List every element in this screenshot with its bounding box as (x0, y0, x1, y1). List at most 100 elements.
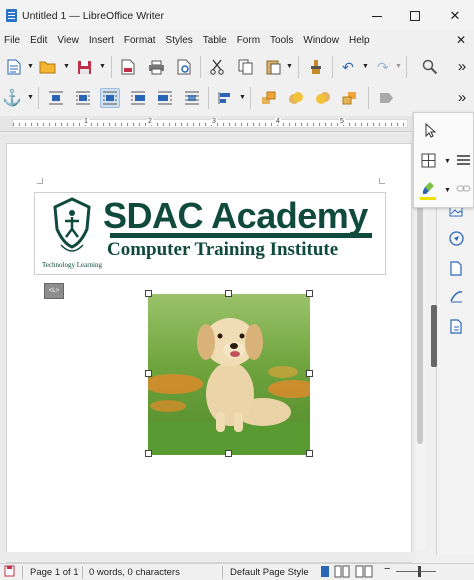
undo-dropdown-icon[interactable]: ▼ (362, 63, 369, 70)
page-count[interactable]: Page 1 of 1 (30, 567, 79, 578)
manage-changes-icon[interactable] (447, 317, 465, 335)
sidebar-collapse-handle[interactable] (431, 305, 437, 367)
cut-icon[interactable] (207, 57, 227, 77)
open-dropdown-icon[interactable]: ▼ (63, 63, 70, 70)
toolbar-overflow-icon[interactable]: » (452, 56, 472, 76)
single-page-view-icon[interactable] (320, 565, 330, 580)
new-dropdown-icon[interactable]: ▼ (27, 63, 34, 70)
insert-table-icon[interactable] (417, 149, 439, 171)
wrap-through-icon[interactable] (182, 88, 202, 108)
resize-handle-bottom[interactable] (225, 450, 232, 457)
print-preview-icon[interactable] (174, 57, 194, 77)
open-folder-icon[interactable] (38, 57, 58, 77)
menu-file[interactable]: File (4, 35, 20, 46)
toolbar-separator (332, 56, 333, 78)
page-wrap-icon[interactable] (73, 88, 93, 108)
word-count[interactable]: 0 words, 0 characters (89, 567, 180, 578)
toolbar-separator (368, 87, 369, 109)
menu-view[interactable]: View (57, 35, 79, 46)
close-window-button[interactable]: ✕ (440, 5, 470, 27)
menu-styles[interactable]: Styles (166, 35, 193, 46)
redo-dropdown-icon[interactable]: ▼ (395, 63, 402, 70)
page-style[interactable]: Default Page Style (230, 567, 309, 578)
anchor-icon[interactable]: ⚓ (2, 88, 22, 108)
menu-insert[interactable]: Insert (89, 35, 114, 46)
logo-image[interactable]: Technology Learning SDAC Academy Compute… (34, 192, 386, 275)
resize-handle-top-left[interactable] (145, 290, 152, 297)
undo-icon[interactable]: ↶ (338, 57, 358, 77)
clone-formatting-icon[interactable] (306, 57, 326, 77)
table-dropdown-icon[interactable]: ▼ (444, 158, 451, 165)
paintbrush-dropdown-icon[interactable]: ▼ (444, 187, 451, 194)
multi-page-view-icon[interactable] (334, 565, 350, 580)
paragraph-lines-icon[interactable] (452, 149, 474, 171)
book-view-icon[interactable] (355, 565, 373, 580)
title-bar: Untitled 1 — LibreOffice Writer ✕ (0, 0, 474, 30)
menu-table[interactable]: Table (203, 35, 227, 46)
menu-form[interactable]: Form (237, 35, 260, 46)
anchor-dropdown-icon[interactable]: ▼ (27, 94, 34, 101)
toolbar-separator (208, 87, 209, 109)
align-objects-icon[interactable] (215, 88, 235, 108)
horizontal-ruler[interactable]: 1 2 3 4 5 (0, 116, 412, 132)
copy-icon[interactable] (235, 57, 255, 77)
close-document-icon[interactable]: ✕ (456, 33, 466, 47)
status-separator (82, 566, 83, 579)
toolbar-overflow-icon[interactable]: » (452, 87, 472, 107)
bring-to-front-icon[interactable] (259, 88, 279, 108)
save-dropdown-icon[interactable]: ▼ (99, 63, 106, 70)
to-background-icon[interactable] (376, 88, 396, 108)
wrap-off-icon[interactable] (46, 88, 66, 108)
save-icon[interactable] (74, 57, 94, 77)
window-title: Untitled 1 — LibreOffice Writer (22, 10, 164, 22)
zoom-slider-track[interactable] (396, 571, 436, 572)
toolbar-separator (38, 87, 39, 109)
select-pointer-icon[interactable] (419, 119, 441, 141)
document-page[interactable]: Technology Learning SDAC Academy Compute… (6, 143, 412, 563)
document-modified-icon[interactable] (4, 565, 15, 580)
zoom-slider-thumb[interactable] (418, 566, 421, 577)
zoom-out-icon[interactable]: − (384, 563, 390, 575)
wrap-left-icon[interactable] (128, 88, 148, 108)
menu-window[interactable]: Window (303, 35, 339, 46)
print-icon[interactable] (146, 57, 166, 77)
resize-handle-top-right[interactable] (306, 290, 313, 297)
menu-help[interactable]: Help (349, 35, 370, 46)
menu-format[interactable]: Format (124, 35, 156, 46)
horizontal-scrollbar[interactable] (0, 552, 415, 562)
menu-edit[interactable]: Edit (30, 35, 47, 46)
paintbrush-icon[interactable] (417, 177, 439, 199)
ruler-number: 2 (147, 118, 153, 125)
align-dropdown-icon[interactable]: ▼ (239, 94, 246, 101)
paste-dropdown-icon[interactable]: ▼ (286, 63, 293, 70)
redo-icon[interactable]: ↷ (373, 57, 393, 77)
navigator-icon[interactable] (447, 229, 465, 247)
paste-icon[interactable] (263, 57, 283, 77)
anchor-marker[interactable]: <L> (44, 283, 64, 299)
maximize-icon (410, 11, 420, 21)
page-icon[interactable] (447, 259, 465, 277)
maximize-button[interactable] (400, 5, 430, 27)
find-replace-icon[interactable] (420, 57, 440, 77)
document-workspace[interactable]: Technology Learning SDAC Academy Compute… (0, 133, 415, 563)
send-to-back-icon[interactable] (340, 88, 360, 108)
logo-subtitle: Computer Training Institute (107, 239, 339, 260)
minimize-button[interactable] (362, 5, 392, 27)
dog-photo[interactable] (143, 294, 318, 455)
resize-handle-left[interactable] (145, 370, 152, 377)
logo-title: SDAC Academy (103, 195, 368, 236)
resize-handle-right[interactable] (306, 370, 313, 377)
resize-handle-bottom-left[interactable] (145, 450, 152, 457)
export-pdf-icon[interactable] (118, 57, 138, 77)
wrap-right-icon[interactable] (155, 88, 175, 108)
ruler-number: 4 (275, 118, 281, 125)
link-icon[interactable] (452, 177, 474, 199)
resize-handle-bottom-right[interactable] (306, 450, 313, 457)
menu-tools[interactable]: Tools (270, 35, 293, 46)
resize-handle-top[interactable] (225, 290, 232, 297)
optimal-wrap-icon[interactable] (100, 88, 120, 108)
back-one-icon[interactable] (313, 88, 333, 108)
new-document-icon[interactable] (4, 57, 24, 77)
forward-one-icon[interactable] (286, 88, 306, 108)
style-inspector-icon[interactable] (447, 287, 465, 305)
